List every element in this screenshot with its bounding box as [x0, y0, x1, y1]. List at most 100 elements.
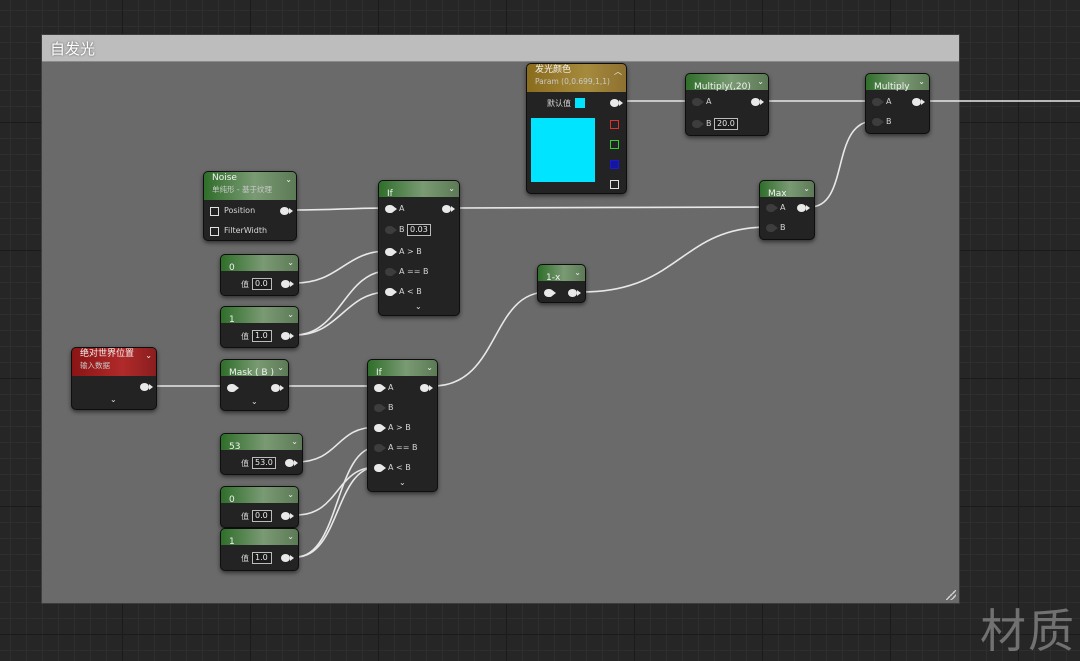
- node-noise[interactable]: Noise 单纯形 - 基于纹理 ⌄ Position FilterWidth: [203, 171, 297, 241]
- output-pin-r[interactable]: [610, 120, 619, 129]
- node-header[interactable]: Multiply(,20) ⌄: [686, 74, 768, 92]
- node-header[interactable]: If ⌄: [379, 181, 459, 199]
- b-value-field[interactable]: 0.03: [407, 224, 431, 236]
- output-pin[interactable]: [912, 98, 925, 106]
- chevron-down-icon[interactable]: ⌄: [145, 351, 152, 361]
- chevron-down-icon[interactable]: ⌄: [918, 77, 925, 87]
- node-header[interactable]: 53 ⌄: [221, 434, 302, 452]
- output-pin-b[interactable]: [610, 160, 619, 169]
- input-pin-a-eq-b[interactable]: [374, 444, 386, 452]
- comment-header[interactable]: 自发光: [42, 35, 959, 62]
- chevron-down-icon[interactable]: ⌄: [287, 258, 294, 268]
- node-header[interactable]: 1 ⌄: [221, 529, 298, 547]
- expand-chevron-icon[interactable]: ⌄: [399, 478, 406, 487]
- input-pin-a-eq-b[interactable]: [385, 268, 397, 276]
- output-pin[interactable]: [281, 554, 294, 562]
- node-header[interactable]: 1 ⌄: [221, 307, 298, 325]
- node-header[interactable]: 发光颜色 Param (0,0.699,1,1) ︿: [527, 64, 626, 92]
- node-multiply-20[interactable]: Multiply(,20) ⌄ A B 20.0: [685, 73, 769, 136]
- output-pin-rgba[interactable]: [610, 99, 623, 107]
- chevron-up-icon[interactable]: ︿: [614, 67, 622, 77]
- output-pin[interactable]: [281, 332, 294, 340]
- output-pin[interactable]: [281, 280, 294, 288]
- chevron-down-icon[interactable]: ⌄: [426, 363, 433, 373]
- input-pin-a-lt-b[interactable]: [385, 288, 397, 296]
- node-header[interactable]: If ⌄: [368, 360, 437, 378]
- input-pin-b[interactable]: [385, 226, 397, 234]
- node-max[interactable]: Max ⌄ A B: [759, 180, 815, 240]
- node-emissive-color-param[interactable]: 发光颜色 Param (0,0.699,1,1) ︿ 默认值: [526, 63, 627, 194]
- chevron-down-icon[interactable]: ⌄: [757, 77, 764, 87]
- node-constant-1-bottom[interactable]: 1 ⌄ 值 1.0: [220, 528, 299, 571]
- input-pin-a[interactable]: [374, 384, 386, 392]
- node-header[interactable]: Mask ( B ) ⌄: [221, 360, 288, 378]
- chevron-down-icon[interactable]: ⌄: [287, 490, 294, 500]
- output-pin[interactable]: [281, 512, 294, 520]
- expand-chevron-icon[interactable]: ⌄: [251, 397, 258, 406]
- node-absolute-world-position[interactable]: 绝对世界位置 输入数据 ⌄ ⌄: [71, 347, 157, 410]
- input-pin[interactable]: [227, 384, 239, 392]
- node-header[interactable]: Noise 单纯形 - 基于纹理 ⌄: [204, 172, 296, 200]
- input-pin-b[interactable]: [692, 120, 704, 128]
- node-constant-0-bottom[interactable]: 0 ⌄ 值 0.0: [220, 486, 299, 528]
- input-pin-a[interactable]: [385, 205, 397, 213]
- output-pin-a[interactable]: [610, 180, 619, 189]
- output-pin-g[interactable]: [610, 140, 619, 149]
- input-pin-position[interactable]: [210, 207, 219, 216]
- output-pin[interactable]: [285, 459, 298, 467]
- input-pin[interactable]: [544, 289, 556, 297]
- node-constant-1-top[interactable]: 1 ⌄ 值 1.0: [220, 306, 299, 348]
- node-mask-b[interactable]: Mask ( B ) ⌄ ⌄: [220, 359, 289, 411]
- chevron-down-icon[interactable]: ⌄: [277, 363, 284, 373]
- value-field[interactable]: 1.0: [252, 330, 272, 342]
- node-header[interactable]: 1-x ⌄: [538, 265, 585, 283]
- chevron-down-icon[interactable]: ⌄: [448, 184, 455, 194]
- resize-grip-icon[interactable]: [946, 590, 956, 600]
- output-pin[interactable]: [140, 383, 153, 391]
- node-if-bottom[interactable]: If ⌄ A B A > B A == B A < B ⌄: [367, 359, 438, 492]
- node-constant-53[interactable]: 53 ⌄ 值 53.0: [220, 433, 303, 475]
- node-multiply[interactable]: Multiply ⌄ A B: [865, 73, 930, 134]
- expand-chevron-icon[interactable]: ⌄: [110, 395, 117, 404]
- color-swatch-small[interactable]: [575, 98, 585, 108]
- input-pin-a-lt-b[interactable]: [374, 464, 386, 472]
- output-pin[interactable]: [751, 98, 764, 106]
- input-pin-b[interactable]: [872, 118, 884, 126]
- value-field[interactable]: 1.0: [252, 552, 272, 564]
- output-pin[interactable]: [271, 384, 284, 392]
- comment-box[interactable]: 自发光: [41, 34, 960, 604]
- input-pin-b[interactable]: [374, 404, 386, 412]
- input-pin-a-gt-b[interactable]: [374, 424, 386, 432]
- output-pin[interactable]: [280, 207, 293, 215]
- expand-chevron-icon[interactable]: ⌄: [415, 302, 422, 311]
- chevron-down-icon[interactable]: ⌄: [287, 532, 294, 542]
- value-field[interactable]: 53.0: [252, 457, 276, 469]
- output-pin[interactable]: [420, 384, 433, 392]
- output-pin[interactable]: [797, 204, 810, 212]
- output-pin[interactable]: [442, 205, 455, 213]
- chevron-down-icon[interactable]: ⌄: [287, 310, 294, 320]
- chevron-down-icon[interactable]: ⌄: [291, 437, 298, 447]
- input-pin-a-gt-b[interactable]: [385, 248, 397, 256]
- input-pin-a[interactable]: [692, 98, 704, 106]
- chevron-down-icon[interactable]: ⌄: [285, 175, 292, 185]
- input-pin-filterwidth[interactable]: [210, 227, 219, 236]
- node-if-top[interactable]: If ⌄ A B 0.03 A > B A == B A < B ⌄: [378, 180, 460, 316]
- chevron-down-icon[interactable]: ⌄: [574, 268, 581, 278]
- chevron-down-icon[interactable]: ⌄: [803, 184, 810, 194]
- node-header[interactable]: 0 ⌄: [221, 255, 298, 273]
- node-header[interactable]: 0 ⌄: [221, 487, 298, 505]
- node-header[interactable]: 绝对世界位置 输入数据 ⌄: [72, 348, 156, 376]
- node-header[interactable]: Max ⌄: [760, 181, 814, 199]
- node-header[interactable]: Multiply ⌄: [866, 74, 929, 92]
- b-value-field[interactable]: 20.0: [714, 118, 738, 130]
- output-pin[interactable]: [568, 289, 581, 297]
- value-field[interactable]: 0.0: [252, 510, 272, 522]
- input-pin-b[interactable]: [766, 224, 778, 232]
- comment-title[interactable]: 自发光: [50, 38, 95, 59]
- input-pin-a[interactable]: [766, 204, 778, 212]
- node-one-minus[interactable]: 1-x ⌄: [537, 264, 586, 303]
- input-pin-a[interactable]: [872, 98, 884, 106]
- value-field[interactable]: 0.0: [252, 278, 272, 290]
- node-constant-0-top[interactable]: 0 ⌄ 值 0.0: [220, 254, 299, 296]
